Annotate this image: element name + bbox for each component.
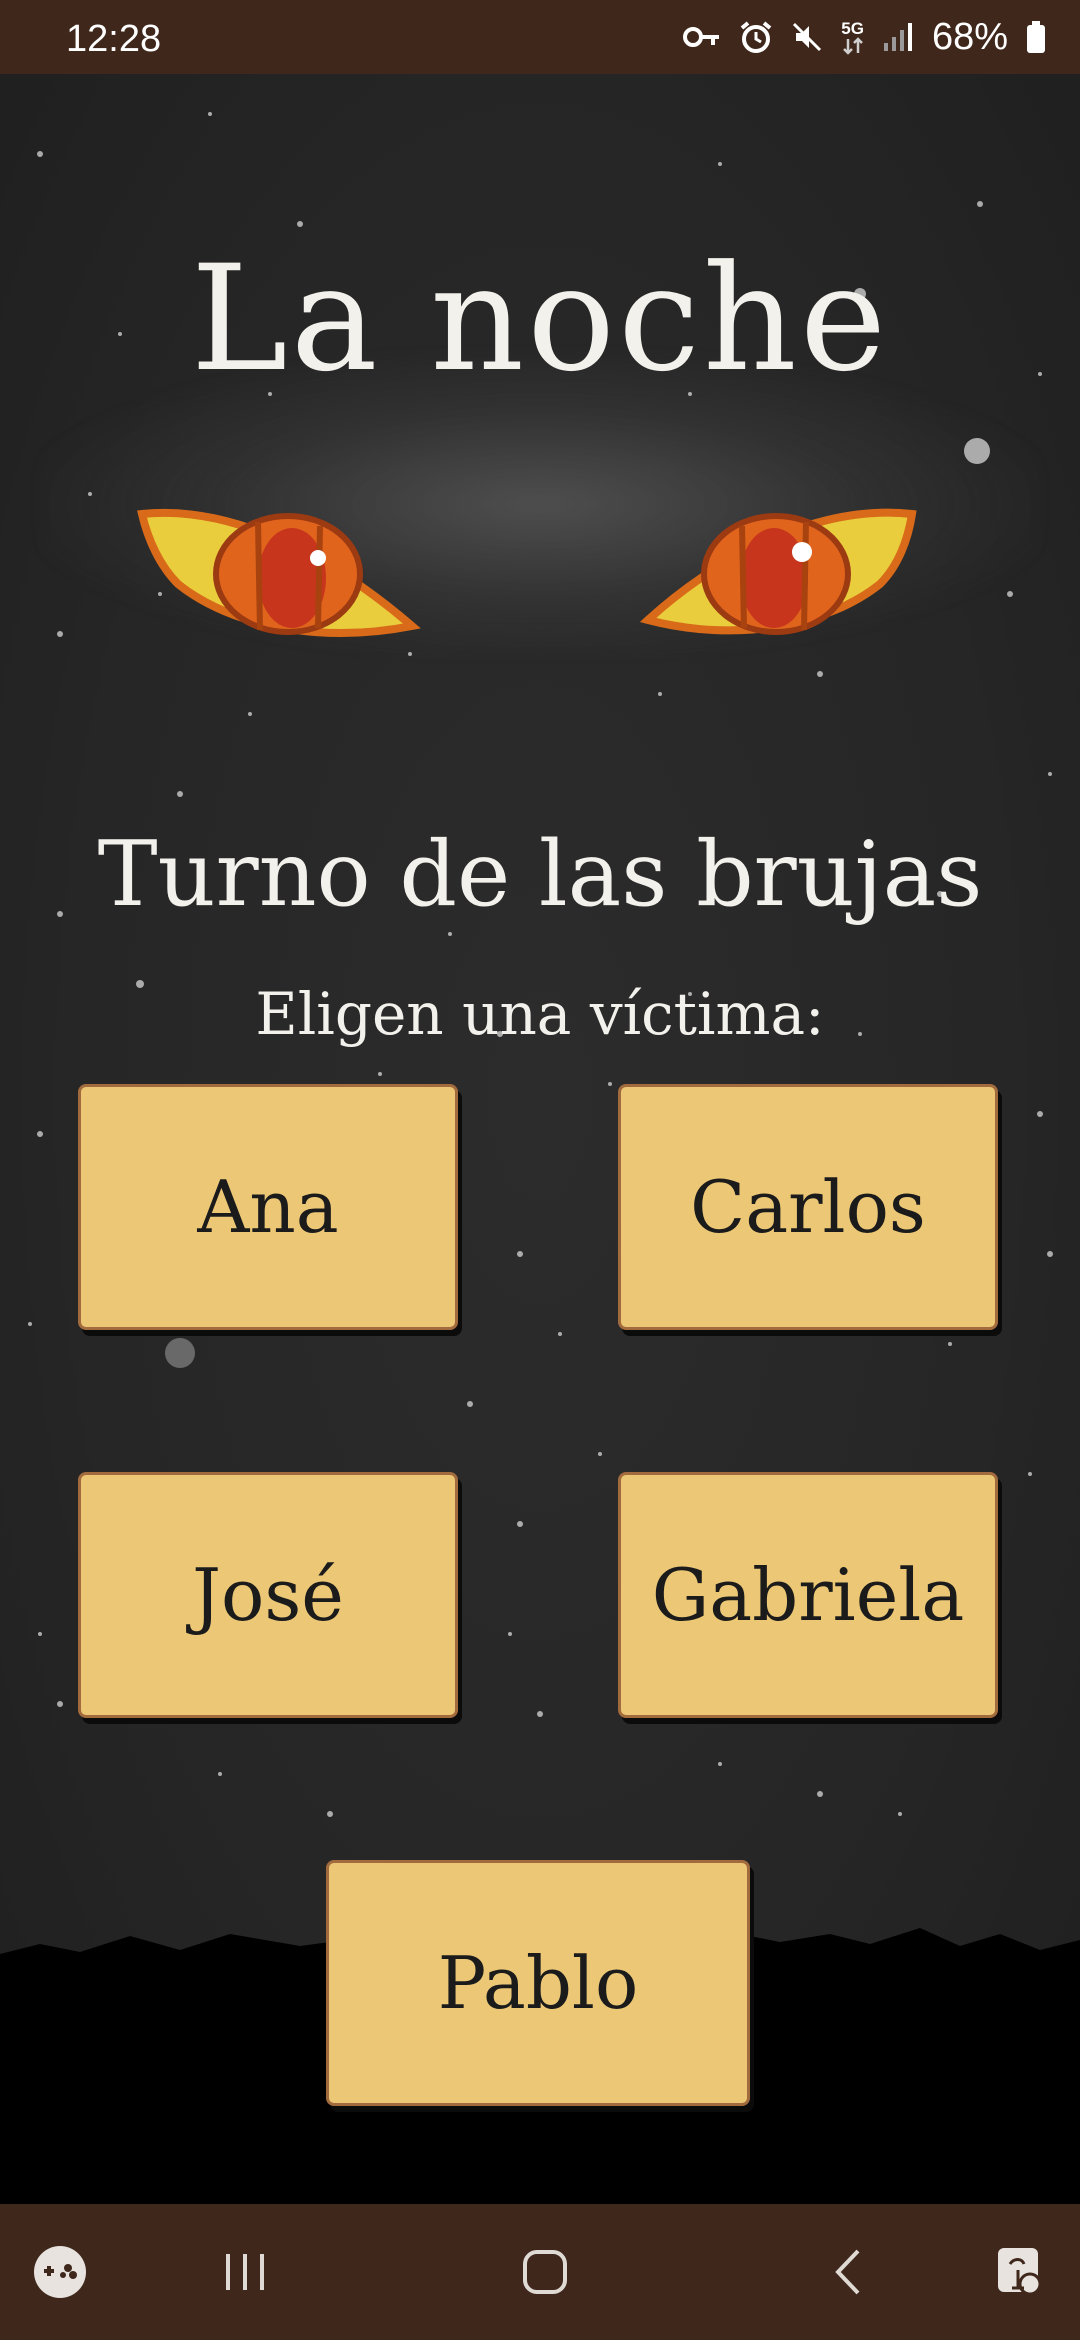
player-button-ana[interactable]: Ana: [78, 1084, 458, 1330]
accessibility-icon[interactable]: [980, 2204, 1060, 2340]
navigation-bar: [0, 2204, 1080, 2340]
5g-icon: 5G: [841, 20, 864, 55]
key-icon: [683, 25, 721, 49]
home-icon[interactable]: [500, 2204, 590, 2340]
player-button-carlos[interactable]: Carlos: [618, 1084, 998, 1330]
recent-apps-icon[interactable]: [200, 2204, 290, 2340]
glowing-eyes: [137, 508, 917, 637]
signal-icon: [882, 21, 914, 53]
status-icons: 5G 68%: [683, 14, 1046, 60]
player-button-jose[interactable]: José: [78, 1472, 458, 1718]
right-eye: [639, 508, 917, 635]
status-time: 12:28: [66, 18, 162, 60]
game-launcher-icon[interactable]: [20, 2204, 100, 2340]
battery-percent: 68%: [931, 15, 1008, 58]
mute-icon: [791, 21, 823, 53]
player-button-pablo[interactable]: Pablo: [326, 1860, 750, 2106]
battery-icon: [1026, 20, 1046, 54]
status-bar: 12:28 5G 68%: [0, 0, 1080, 74]
turn-heading: Turno de las brujas: [97, 822, 983, 927]
left-eye: [137, 508, 421, 637]
player-button-gabriela[interactable]: Gabriela: [618, 1472, 998, 1718]
instruction-text: Eligen una víctima:: [255, 980, 825, 1048]
alarm-icon: [739, 20, 773, 54]
page-title: La noche: [190, 234, 890, 404]
back-icon[interactable]: [808, 2204, 888, 2340]
